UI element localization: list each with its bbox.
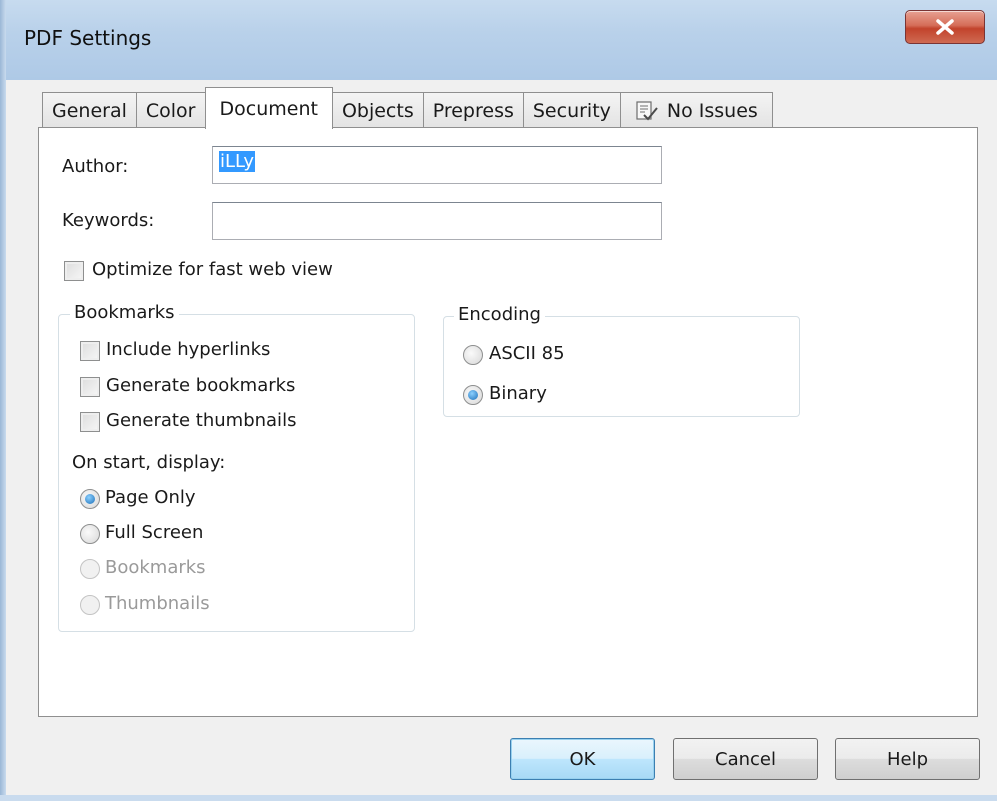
window-border-left: [0, 0, 6, 801]
tab-label: Color: [145, 99, 196, 122]
bookmarks-group: [58, 314, 415, 632]
tab-strip: General Color Document Objects Prepress …: [42, 87, 773, 129]
ok-button-label: OK: [569, 748, 596, 770]
help-button[interactable]: Help: [835, 738, 980, 780]
tab-no-issues[interactable]: No Issues: [619, 92, 773, 128]
keywords-label: Keywords:: [62, 210, 155, 231]
generate-thumbnails-checkbox[interactable]: [80, 412, 100, 432]
fast-web-view-label[interactable]: Optimize for fast web view: [92, 259, 333, 280]
on-start-display-label: On start, display:: [72, 452, 226, 473]
author-value: iLLy: [219, 151, 256, 172]
tab-label: Prepress: [432, 99, 514, 122]
author-input[interactable]: iLLy: [212, 146, 662, 184]
tab-color[interactable]: Color: [135, 92, 206, 128]
ascii85-label[interactable]: ASCII 85: [489, 343, 565, 364]
tab-label: No Issues: [666, 99, 758, 122]
tab-security[interactable]: Security: [522, 92, 621, 128]
ok-button[interactable]: OK: [510, 738, 655, 780]
tab-label: Security: [532, 99, 611, 122]
tab-label: Objects: [341, 99, 414, 122]
help-button-label: Help: [886, 748, 929, 770]
ascii85-radio[interactable]: [463, 345, 483, 365]
cancel-button-label: Cancel: [715, 748, 776, 770]
include-hyperlinks-checkbox[interactable]: [80, 341, 100, 361]
tab-document[interactable]: Document: [204, 87, 333, 129]
window-title: PDF Settings: [24, 26, 152, 50]
cancel-button[interactable]: Cancel: [673, 738, 818, 780]
bookmarks-group-title: Bookmarks: [70, 302, 179, 323]
tab-label: Document: [219, 97, 318, 120]
binary-radio[interactable]: [463, 385, 483, 405]
title-bar[interactable]: PDF Settings: [0, 0, 997, 80]
tab-general[interactable]: General: [42, 92, 137, 128]
full-screen-radio[interactable]: [80, 524, 100, 544]
include-hyperlinks-label[interactable]: Include hyperlinks: [106, 339, 270, 360]
keywords-input[interactable]: [212, 202, 662, 240]
thumbnails-display-radio: [80, 595, 100, 615]
generate-bookmarks-checkbox[interactable]: [80, 377, 100, 397]
generate-thumbnails-label[interactable]: Generate thumbnails: [106, 410, 296, 431]
encoding-group-title: Encoding: [454, 304, 545, 325]
fast-web-view-checkbox[interactable]: [64, 261, 84, 281]
checklist-icon: [635, 100, 659, 122]
binary-label[interactable]: Binary: [489, 383, 547, 404]
close-button[interactable]: [905, 10, 985, 44]
thumbnails-display-label: Thumbnails: [105, 593, 210, 614]
close-icon: [936, 19, 954, 35]
generate-bookmarks-label[interactable]: Generate bookmarks: [106, 375, 295, 396]
tab-objects[interactable]: Objects: [331, 92, 424, 128]
page-only-radio[interactable]: [80, 489, 100, 509]
window-border-bottom: [0, 795, 997, 801]
tab-label: General: [52, 99, 127, 122]
pdf-settings-dialog: PDF Settings General Color Document Obje…: [0, 0, 997, 801]
tab-prepress[interactable]: Prepress: [422, 92, 524, 128]
author-label: Author:: [62, 156, 129, 177]
bookmarks-display-radio: [80, 559, 100, 579]
full-screen-label[interactable]: Full Screen: [105, 522, 203, 543]
bookmarks-display-label: Bookmarks: [105, 557, 206, 578]
page-only-label[interactable]: Page Only: [105, 487, 196, 508]
